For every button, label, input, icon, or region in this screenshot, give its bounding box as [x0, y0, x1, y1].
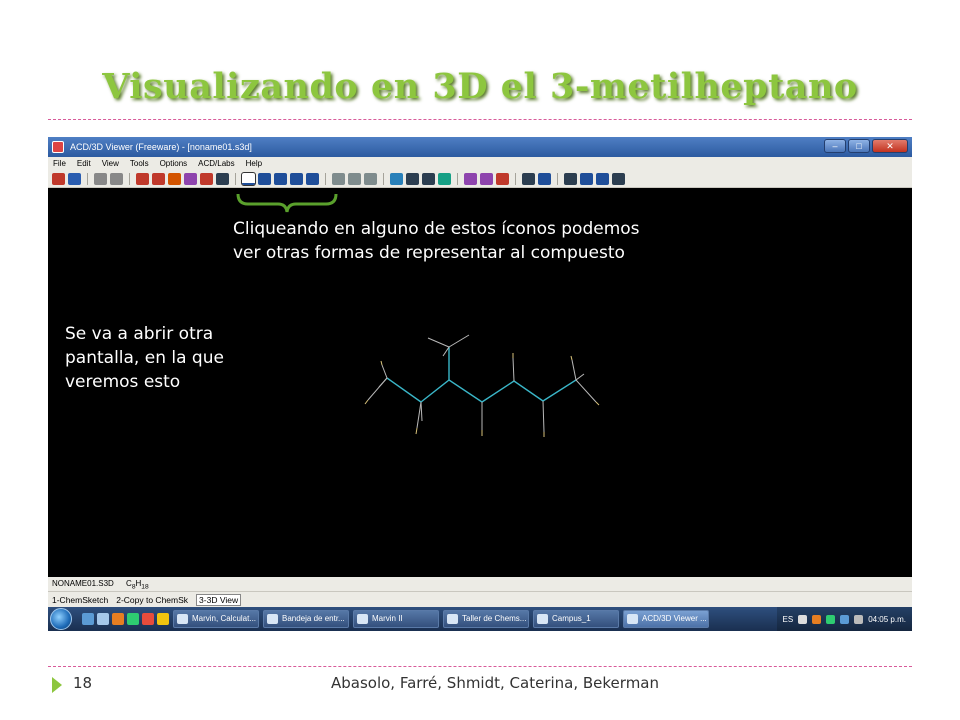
app-icon [52, 141, 64, 153]
taskbar-item-active[interactable]: ACD/3D Viewer ... [623, 610, 709, 628]
toolbar-separator [457, 173, 458, 185]
bottom-divider [48, 666, 912, 667]
toolbar-tool-icon[interactable] [274, 173, 287, 185]
quick-launch-icon[interactable] [82, 613, 94, 625]
menu-view[interactable]: View [102, 157, 119, 171]
carbon-bonds [386, 347, 577, 403]
clock[interactable]: 04:05 p.m. [868, 615, 906, 624]
toolbar-tool-icon[interactable] [390, 173, 403, 185]
tray-icon[interactable] [826, 614, 836, 624]
status-bar: NONAME01.S3D C8H18 [48, 577, 912, 591]
quick-launch-icon[interactable] [127, 613, 139, 625]
toolbar-tool-icon[interactable] [438, 173, 451, 185]
toolbar-tool-icon[interactable] [564, 173, 577, 185]
toolbar-separator [235, 173, 236, 185]
view-tabs: 1-ChemSketch 2-Copy to ChemSk 3-3D View [48, 591, 912, 607]
molecule-3-methylheptane [364, 334, 600, 437]
tab-copy-to-chemsketch[interactable]: 2-Copy to ChemSk [116, 595, 188, 605]
toolbar-tool-icon[interactable] [94, 173, 107, 185]
toolbar-tool-icon[interactable] [241, 172, 256, 186]
windows-taskbar: Marvin, Calculat... Bandeja de entr... M… [48, 607, 912, 631]
tray-icon[interactable] [840, 614, 850, 624]
toolbar-tool-icon[interactable] [422, 173, 435, 185]
taskbar-item[interactable]: Campus_1 [533, 610, 619, 628]
tray-icon[interactable] [798, 614, 808, 624]
3d-viewport[interactable]: Cliqueando en alguno de estos íconos pod… [48, 188, 912, 577]
toolbar-tool-icon[interactable] [596, 173, 609, 185]
menu-acdlabs[interactable]: ACD/Labs [198, 157, 234, 171]
minimize-button[interactable]: – [824, 139, 846, 153]
toolbar-tool-icon[interactable] [152, 173, 165, 185]
quick-launch-icon[interactable] [157, 613, 169, 625]
toolbar-tool-icon[interactable] [364, 173, 377, 185]
status-formula: C8H18 [126, 579, 149, 591]
menu-options[interactable]: Options [160, 157, 188, 171]
taskbar-item[interactable]: Marvin, Calculat... [173, 610, 259, 628]
taskbar-item[interactable]: Bandeja de entr... [263, 610, 349, 628]
quick-launch [82, 613, 169, 625]
toolbar-separator [325, 173, 326, 185]
triangle-bullet-icon [52, 677, 62, 693]
toolbar-separator [129, 173, 130, 185]
toolbar-tool-icon[interactable] [406, 173, 419, 185]
close-button[interactable]: ✕ [872, 139, 908, 153]
quick-launch-icon[interactable] [112, 613, 124, 625]
status-filename: NONAME01.S3D [52, 579, 114, 588]
page-number: 18 [73, 674, 93, 692]
toolbar-tool-icon[interactable] [580, 173, 593, 185]
menu-tools[interactable]: Tools [130, 157, 149, 171]
toolbar-tool-icon[interactable] [52, 173, 65, 185]
menu-bar: File Edit View Tools Options ACD/Labs He… [48, 157, 912, 171]
toolbar-separator [87, 173, 88, 185]
window-title: ACD/3D Viewer (Freeware) - [noname01.s3d… [70, 142, 252, 152]
authors: Abasolo, Farré, Shmidt, Caterina, Bekerm… [331, 674, 660, 692]
toolbar-tool-icon[interactable] [110, 173, 123, 185]
toolbar-separator [383, 173, 384, 185]
system-tray: ES 04:05 p.m. [776, 607, 912, 631]
toolbar-tool-icon[interactable] [258, 173, 271, 185]
toolbar-tool-icon[interactable] [136, 173, 149, 185]
toolbar-tool-icon[interactable] [522, 173, 535, 185]
menu-file[interactable]: File [53, 157, 66, 171]
toolbar-tool-icon[interactable] [306, 173, 319, 185]
tab-chemsketch[interactable]: 1-ChemSketch [52, 595, 108, 605]
tab-3d-view[interactable]: 3-3D View [196, 593, 242, 606]
tray-icon[interactable] [812, 614, 822, 624]
taskbar-item[interactable]: Taller de Chems... [443, 610, 529, 628]
tray-icon[interactable] [854, 614, 864, 624]
toolbar-tool-icon[interactable] [216, 173, 229, 185]
quick-launch-icon[interactable] [97, 613, 109, 625]
toolbar-tool-icon[interactable] [348, 173, 361, 185]
window-controls: – □ ✕ [824, 139, 908, 153]
top-divider [48, 119, 912, 120]
toolbar-tool-icon[interactable] [290, 173, 303, 185]
maximize-button[interactable]: □ [848, 139, 870, 153]
toolbar-tool-icon[interactable] [538, 173, 551, 185]
toolbar-tool-icon[interactable] [496, 173, 509, 185]
toolbar-tool-icon[interactable] [612, 173, 625, 185]
toolbar-tool-icon[interactable] [332, 173, 345, 185]
toolbar-tool-icon[interactable] [464, 173, 477, 185]
toolbar-separator [557, 173, 558, 185]
menu-edit[interactable]: Edit [77, 157, 91, 171]
quick-launch-icon[interactable] [142, 613, 154, 625]
language-indicator[interactable]: ES [783, 615, 794, 624]
formula-h-count: 18 [141, 583, 149, 591]
toolbar-tool-icon[interactable] [168, 173, 181, 185]
slide-title: Visualizando en 3D el 3-metilheptano [102, 66, 858, 107]
taskbar-item[interactable]: Marvin II [353, 610, 439, 628]
app-screenshot: ACD/3D Viewer (Freeware) - [noname01.s3d… [48, 137, 912, 631]
start-button[interactable] [50, 608, 72, 630]
toolbar-separator [515, 173, 516, 185]
hydrogen-bonds [367, 334, 597, 433]
toolbar [48, 171, 912, 188]
window-titlebar: ACD/3D Viewer (Freeware) - [noname01.s3d… [48, 137, 912, 157]
menu-help[interactable]: Help [246, 157, 262, 171]
toolbar-tool-icon[interactable] [480, 173, 493, 185]
toolbar-tool-icon[interactable] [184, 173, 197, 185]
toolbar-tool-icon[interactable] [200, 173, 213, 185]
toolbar-tool-icon[interactable] [68, 173, 81, 185]
